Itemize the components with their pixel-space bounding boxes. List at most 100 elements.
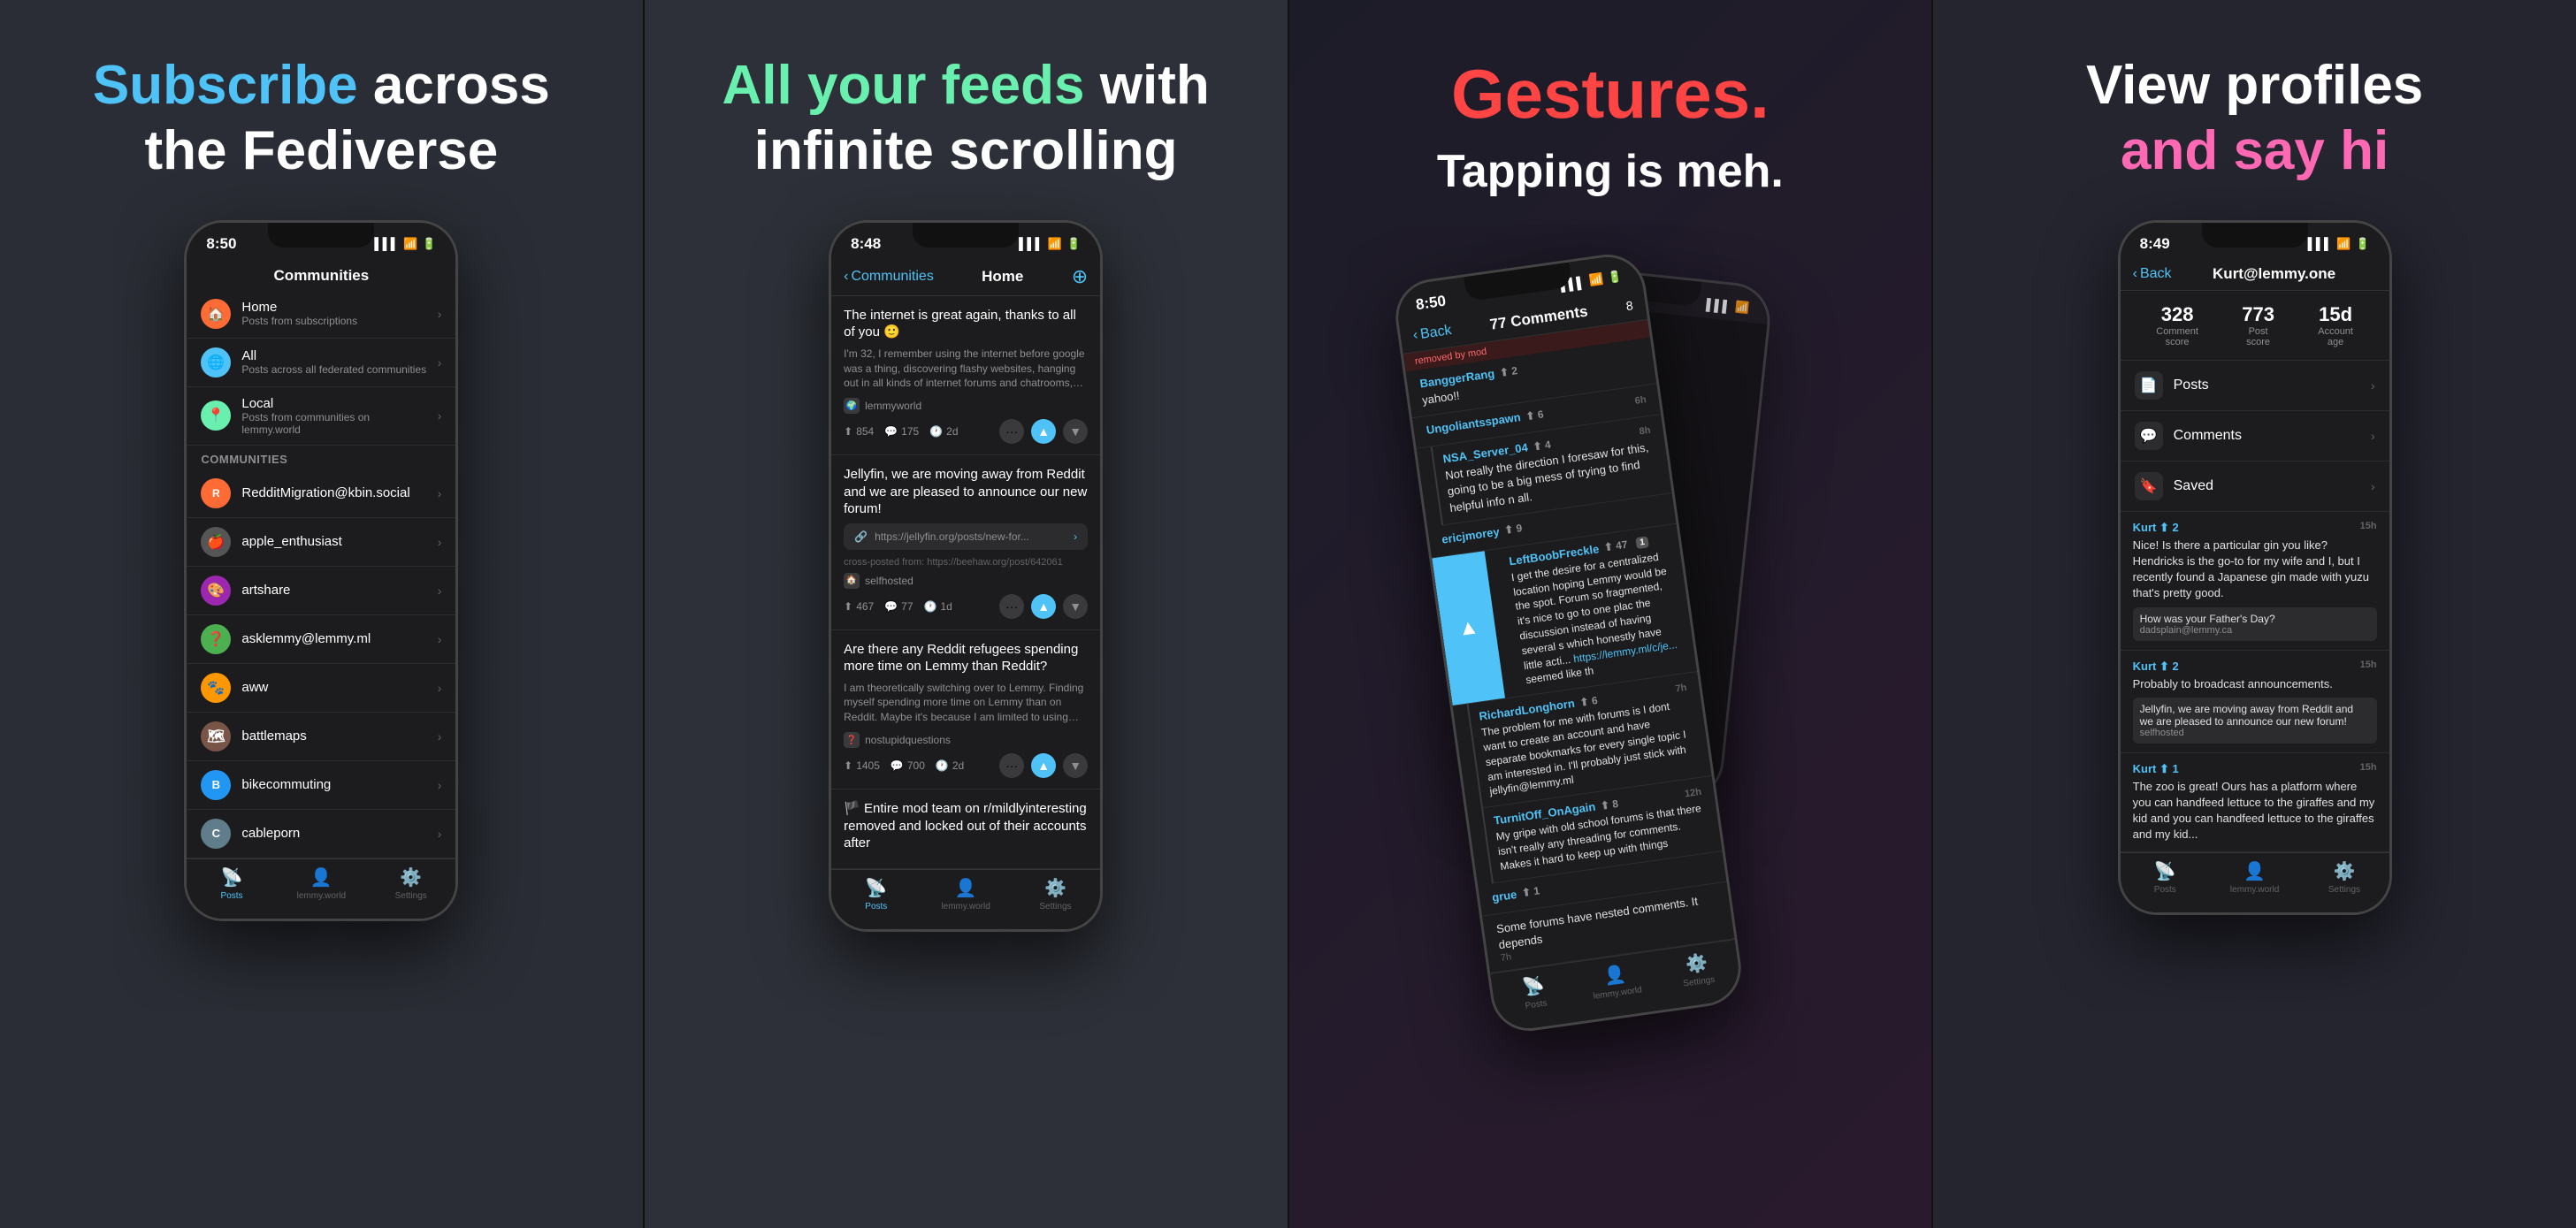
back-label-2: Communities (851, 269, 933, 285)
profile-comment-text-2: Probably to broadcast announcements. (2133, 676, 2377, 692)
community-cableporn[interactable]: C cableporn › (187, 810, 455, 858)
local-sub: Posts from communities on lemmy.world (241, 411, 426, 436)
status-icons-4: ▌▌▌ 📶 🔋 (2308, 237, 2370, 251)
phone-1-body: 8:50 ▌▌▌ 📶 🔋 Communities 🏠 Home Posts fr… (184, 220, 458, 921)
downvote-btn-2[interactable]: ▼ (1063, 594, 1088, 619)
tab-lemmyworld-4[interactable]: 👤 lemmy.world (2210, 860, 2299, 895)
panel3-headline: Gestures. Tapping is meh. (1437, 53, 1784, 202)
tab-lemmyworld-2[interactable]: 👤 lemmy.world (921, 877, 1010, 911)
post-source-2: 🏠 selfhosted (844, 573, 1088, 589)
tab-settings-3[interactable]: ⚙️ Settings (1654, 947, 1740, 993)
phone-1: 8:50 ▌▌▌ 📶 🔋 Communities 🏠 Home Posts fr… (184, 220, 458, 921)
feed-post-4[interactable]: 🏴 Entire mod team on r/mildlyinteresting… (831, 789, 1100, 869)
tab-posts-label-1: Posts (221, 891, 243, 901)
tab-settings-4[interactable]: ⚙️ Settings (2299, 860, 2389, 895)
home-name: Home (241, 300, 426, 315)
apple-name: apple_enthusiast (241, 534, 426, 549)
nav-plus-2[interactable]: ⊕ (1072, 265, 1088, 288)
posts-icon-3: 📡 (1521, 973, 1546, 998)
tab-lemmyworld-1[interactable]: 👤 lemmy.world (277, 866, 366, 901)
upvote-btn-3[interactable]: ▲ (1031, 753, 1056, 778)
all-icon: 🌐 (201, 347, 231, 378)
more-btn-1[interactable]: ··· (999, 419, 1024, 444)
phone-2-body: 8:48 ▌▌▌ 📶 🔋 ‹ Communities Home ⊕ (829, 220, 1103, 932)
community-bikecommuting[interactable]: B bikecommuting › (187, 761, 455, 810)
tab-posts-3[interactable]: 📡 Posts (1491, 970, 1578, 1016)
phone-2-screen: 8:48 ▌▌▌ 📶 🔋 ‹ Communities Home ⊕ (831, 223, 1100, 929)
back-button-2[interactable]: ‹ Communities (844, 269, 934, 285)
community-apple[interactable]: 🍎 apple_enthusiast › (187, 518, 455, 567)
tab-settings-label-1: Settings (395, 891, 427, 901)
posts-icon: 📡 (221, 866, 243, 889)
tab-settings-1[interactable]: ⚙️ Settings (366, 866, 455, 901)
stat-post-score: 773 Postscore (2242, 303, 2274, 347)
community-artshare[interactable]: 🎨 artshare › (187, 567, 455, 615)
saved-menu-chevron: › (2371, 479, 2375, 493)
home-icon: 🏠 (201, 299, 231, 329)
back-button-4[interactable]: ‹ Back (2133, 266, 2172, 282)
tab-lemmyworld-3[interactable]: 👤 lemmy.world (1572, 958, 1659, 1004)
tab-bar-1: 📡 Posts 👤 lemmy.world ⚙️ Settings (187, 858, 455, 919)
profile-comment-2: Kurt ⬆ 2 15h Probably to broadcast annou… (2121, 651, 2389, 753)
feed-post-2[interactable]: Jellyfin, we are moving away from Reddit… (831, 455, 1100, 630)
community-asklemmy[interactable]: ❓ asklemmy@lemmy.ml › (187, 615, 455, 664)
nav-icon-3: 8 (1625, 298, 1634, 313)
nav-bar-4: ‹ Back Kurt@lemmy.one (2121, 258, 2389, 291)
downvote-btn-1[interactable]: ▼ (1063, 419, 1088, 444)
all-sub: Posts across all federated communities (241, 363, 426, 376)
community-home[interactable]: 🏠 Home Posts from subscriptions › (187, 290, 455, 339)
profile-comment-time-3: 15h (2360, 762, 2377, 776)
tab-posts-4[interactable]: 📡 Posts (2121, 860, 2210, 895)
home-sub: Posts from subscriptions (241, 315, 426, 327)
context-source-2: selfhosted (2140, 728, 2370, 738)
feed-post-3[interactable]: Are there any Reddit refugees spending m… (831, 630, 1100, 789)
community-reddit-migration[interactable]: R RedditMigration@kbin.social › (187, 469, 455, 518)
back-label-3: Back (1419, 323, 1453, 343)
tab-settings-2[interactable]: ⚙️ Settings (1011, 877, 1100, 911)
profile-comment-user-2: Kurt ⬆ 2 (2133, 660, 2179, 674)
more-btn-3[interactable]: ··· (999, 753, 1024, 778)
bikecommuting-chevron: › (438, 778, 442, 792)
posts-icon-4: 📡 (2154, 860, 2176, 882)
upvote-btn-2[interactable]: ▲ (1031, 594, 1056, 619)
post-actions-3: ··· ▲ ▼ (999, 753, 1088, 778)
panel1-headline: Subscribe acrossthe Fediverse (93, 53, 550, 185)
community-all[interactable]: 🌐 All Posts across all federated communi… (187, 339, 455, 387)
tab-posts-1[interactable]: 📡 Posts (187, 866, 276, 901)
back-chevron-4: ‹ (2133, 266, 2137, 282)
more-btn-2[interactable]: ··· (999, 594, 1024, 619)
status-icons-1: ▌▌▌ 📶 🔋 (374, 237, 436, 251)
back-chevron-2: ‹ (844, 269, 848, 285)
tab-posts-2[interactable]: 📡 Posts (831, 877, 921, 911)
swipe-arrow-icon: ▲ (1456, 614, 1480, 642)
local-name: Local (241, 396, 426, 411)
settings-icon-tab-2: ⚙️ (1044, 877, 1066, 899)
menu-item-saved[interactable]: 🔖 Saved › (2121, 461, 2389, 512)
source-name-2: selfhosted (865, 575, 913, 587)
reply-count-badge: 1 (1635, 536, 1648, 549)
upvote-btn-1[interactable]: ▲ (1031, 419, 1056, 444)
post-link-2[interactable]: 🔗 https://jellyfin.org/posts/new-for... … (844, 523, 1088, 550)
menu-item-posts[interactable]: 📄 Posts › (2121, 361, 2389, 411)
downvote-btn-3[interactable]: ▼ (1063, 753, 1088, 778)
wifi-icon-2: 📶 (1048, 237, 1062, 251)
profile-comment-context-1: How was your Father's Day? dadsplain@lem… (2133, 607, 2377, 641)
community-local[interactable]: 📍 Local Posts from communities on lemmy.… (187, 387, 455, 446)
menu-item-comments[interactable]: 💬 Comments › (2121, 411, 2389, 461)
nav-title-4: Kurt@lemmy.one (2172, 265, 2377, 283)
panel-profiles: View profiles and say hi 8:49 ▌▌▌ 📶 🔋 ‹ (1933, 0, 2576, 1228)
community-aww[interactable]: 🐾 aww › (187, 664, 455, 713)
asklemmy-chevron: › (438, 632, 442, 646)
phone-2: 8:48 ▌▌▌ 📶 🔋 ‹ Communities Home ⊕ (829, 220, 1103, 932)
panel4-accent: and say hi (2121, 120, 2389, 181)
feed-post-1[interactable]: The internet is great again, thanks to a… (831, 296, 1100, 455)
saved-menu-label: Saved (2174, 478, 2360, 494)
comment-user-name-4: ericjmorey (1441, 524, 1500, 545)
tab-posts-label-2: Posts (865, 902, 887, 911)
tab-settings-label-4: Settings (2328, 885, 2360, 895)
back-button-3[interactable]: ‹ Back (1412, 323, 1453, 344)
post-stats-1: ⬆ 854 💬 175 🕐 2d ··· ▲ ▼ (844, 419, 1088, 444)
apple-icon: 🍎 (201, 527, 231, 557)
community-battlemaps[interactable]: 🗺 battlemaps › (187, 713, 455, 761)
asklemmy-name: asklemmy@lemmy.ml (241, 631, 426, 646)
